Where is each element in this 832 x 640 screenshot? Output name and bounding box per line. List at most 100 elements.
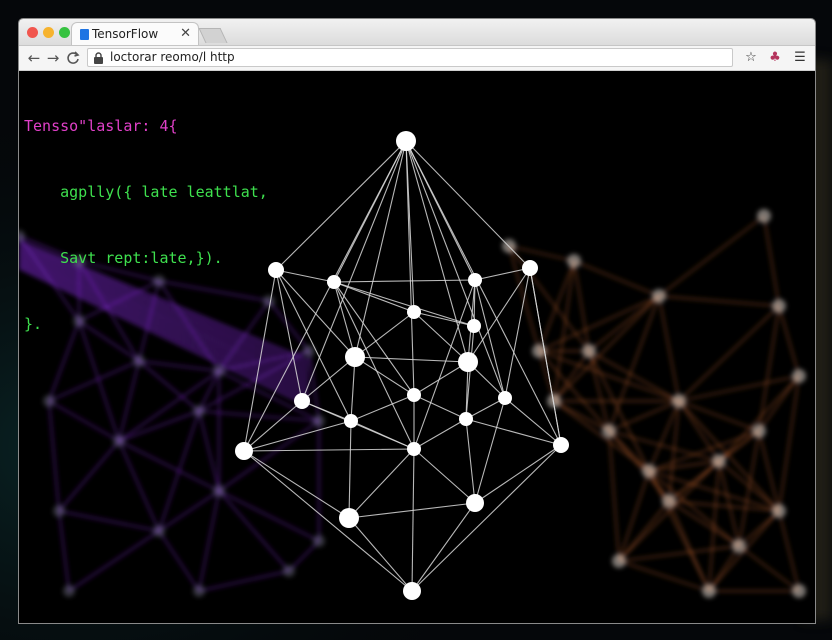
- network-node: [662, 494, 676, 508]
- tab-tensorflow[interactable]: TensorFlow ✕: [71, 22, 199, 45]
- network-edge: [668, 400, 680, 502]
- minimize-window-button[interactable]: [43, 27, 54, 38]
- tab-title: TensorFlow: [92, 27, 159, 41]
- network-node: [752, 424, 766, 438]
- network-node: [792, 369, 806, 383]
- network-node: [294, 393, 310, 409]
- network-edge: [708, 545, 740, 592]
- network-edge: [411, 502, 476, 592]
- close-window-button[interactable]: [27, 27, 38, 38]
- network-node: [63, 585, 75, 597]
- network-edge: [413, 311, 469, 363]
- network-edge: [243, 400, 303, 452]
- network-node: [53, 505, 65, 517]
- network-edge: [350, 420, 415, 450]
- tab-close-icon[interactable]: ✕: [180, 26, 191, 41]
- network-edge: [618, 500, 670, 562]
- network-edge: [405, 140, 469, 363]
- network-edge: [648, 430, 760, 472]
- network-node: [732, 539, 746, 553]
- network-edge: [658, 295, 780, 307]
- network-edge: [218, 420, 320, 492]
- network-node: [283, 565, 295, 577]
- network-edge: [678, 305, 780, 402]
- extension-icon[interactable]: ♣: [765, 48, 785, 68]
- network-edge: [474, 267, 531, 281]
- network-node: [153, 525, 165, 537]
- browser-window: TensorFlow ✕ ← → loctorar reomo/l http ☆…: [18, 18, 816, 624]
- maximize-window-button[interactable]: [59, 27, 70, 38]
- title-bar: TensorFlow ✕: [19, 19, 815, 46]
- network-edge: [678, 400, 780, 512]
- network-edge: [118, 410, 200, 442]
- network-edge: [275, 269, 352, 422]
- network-edge: [618, 545, 740, 562]
- network-edge: [618, 470, 650, 562]
- network-edge: [243, 450, 350, 519]
- network-edge: [348, 420, 352, 519]
- network-node: [43, 395, 55, 407]
- network-edge: [778, 375, 800, 512]
- network-edge: [58, 510, 70, 592]
- network-node: [396, 131, 416, 151]
- network-node: [459, 412, 473, 426]
- network-node: [672, 394, 686, 408]
- network-node: [712, 454, 726, 468]
- address-bar[interactable]: loctorar reomo/l http: [87, 48, 733, 67]
- network-edge: [405, 140, 562, 446]
- network-edge: [718, 375, 800, 462]
- network-edge: [708, 510, 780, 592]
- network-node: [772, 299, 786, 313]
- network-edge: [158, 530, 200, 592]
- network-edge: [573, 260, 590, 352]
- network-edge: [413, 418, 467, 450]
- network-node: [468, 273, 482, 287]
- network-edge: [678, 400, 760, 432]
- page-viewport: Tensso"laslar: 4{ agplly({ late leattlat…: [19, 71, 815, 623]
- back-arrow-icon[interactable]: ←: [25, 48, 43, 68]
- network-node: [268, 262, 284, 278]
- network-edge: [48, 400, 60, 512]
- network-node: [522, 260, 538, 276]
- star-icon[interactable]: ☆: [741, 48, 761, 68]
- network-node: [235, 442, 253, 460]
- network-edge: [718, 460, 740, 547]
- network-edge: [465, 418, 562, 446]
- network-edge: [333, 281, 415, 396]
- network-edge: [608, 430, 620, 562]
- network-edge: [275, 140, 407, 271]
- network-edge: [763, 215, 780, 307]
- network-edge: [413, 448, 476, 504]
- network-node: [612, 554, 626, 568]
- forward-arrow-icon[interactable]: →: [44, 48, 62, 68]
- network-edge: [553, 400, 610, 432]
- network-edge: [758, 375, 800, 432]
- tensorflow-favicon-icon: [80, 29, 89, 40]
- network-node: [458, 352, 478, 372]
- reload-icon[interactable]: [64, 48, 82, 68]
- new-tab-button[interactable]: [198, 28, 228, 43]
- network-edge: [301, 356, 356, 402]
- code-line-4: }.: [24, 315, 43, 333]
- network-node: [466, 494, 484, 512]
- network-edge: [405, 140, 415, 396]
- network-edge: [198, 570, 290, 592]
- network-edge: [658, 295, 680, 402]
- network-edge: [465, 418, 476, 504]
- network-node: [792, 584, 806, 598]
- network-edge: [48, 400, 120, 442]
- network-edge: [354, 356, 415, 396]
- menu-icon[interactable]: ☰: [790, 48, 810, 68]
- network-edge: [405, 140, 531, 269]
- network-edge: [348, 502, 476, 519]
- network-edge: [718, 460, 780, 512]
- network-edge: [348, 517, 413, 592]
- network-edge: [118, 440, 160, 532]
- toolbar: ← → loctorar reomo/l http ☆ ♣ ☰: [19, 46, 815, 71]
- network-node: [652, 289, 666, 303]
- network-node: [757, 209, 771, 223]
- network-node: [113, 435, 125, 447]
- network-edge: [608, 430, 670, 502]
- network-node: [403, 582, 421, 600]
- network-edge: [588, 350, 680, 402]
